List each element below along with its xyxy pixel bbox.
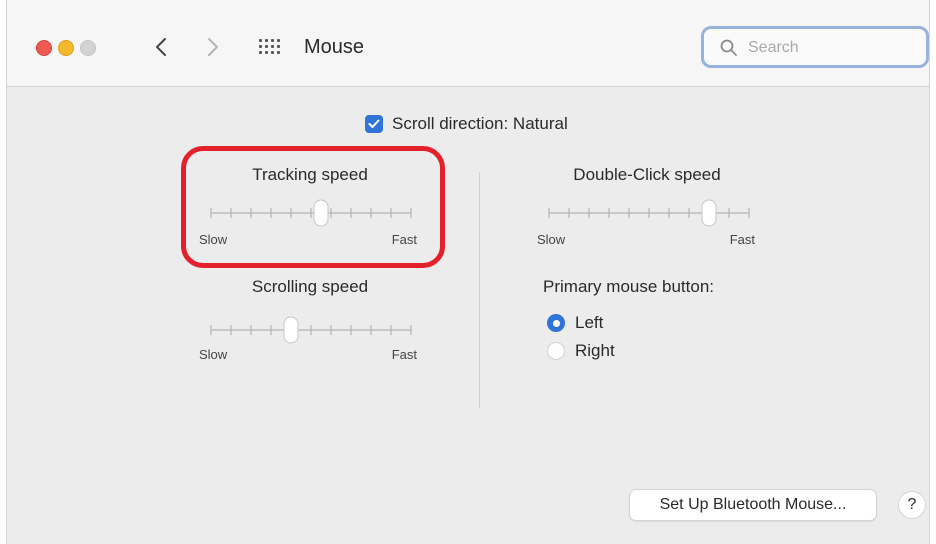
search-placeholder: Search [748, 39, 799, 56]
tracking-speed-highlight [181, 146, 445, 268]
double-click-max-label: Fast [729, 232, 755, 247]
minimize-window-button[interactable] [58, 40, 74, 56]
checkmark-icon [368, 119, 380, 128]
help-button[interactable]: ? [898, 491, 926, 519]
scrolling-speed-slider[interactable] [201, 313, 421, 347]
mouse-preferences-window: Mouse Search Scroll direction: Natural T… [6, 0, 930, 544]
scrolling-speed-title: Scrolling speed [251, 277, 369, 296]
scroll-direction-label: Scroll direction: Natural [392, 114, 568, 133]
close-window-button[interactable] [36, 40, 52, 56]
left-radio-label: Left [575, 313, 604, 332]
slider-thumb[interactable] [701, 199, 717, 227]
back-button[interactable] [150, 33, 172, 61]
right-radio-button[interactable] [547, 342, 565, 360]
set-up-bluetooth-mouse-button[interactable]: Set Up Bluetooth Mouse... [629, 489, 877, 521]
left-radio-button[interactable] [547, 314, 565, 332]
chevron-right-icon [208, 38, 218, 56]
forward-button[interactable] [202, 33, 224, 61]
slider-thumb[interactable] [283, 316, 299, 344]
right-radio-option[interactable]: Right [547, 341, 615, 361]
left-radio-option[interactable]: Left [547, 313, 603, 333]
double-click-min-label: Slow [537, 232, 566, 247]
search-icon [720, 39, 737, 56]
double-click-speed-slider[interactable] [539, 196, 759, 230]
window-title: Mouse [304, 36, 365, 58]
scrolling-max-label: Fast [391, 347, 417, 362]
scroll-direction-row[interactable]: Scroll direction: Natural [365, 114, 568, 134]
title-bar: Mouse Search [7, 0, 929, 87]
zoom-window-button[interactable] [80, 40, 96, 56]
chevron-left-icon [156, 38, 166, 56]
show-all-grid-icon[interactable] [257, 37, 283, 57]
column-divider [479, 172, 480, 408]
scroll-direction-checkbox[interactable] [365, 115, 383, 133]
search-field[interactable]: Search [701, 26, 929, 68]
right-radio-label: Right [575, 341, 615, 360]
primary-mouse-button-title: Primary mouse button: [543, 277, 715, 296]
double-click-speed-title: Double-Click speed [573, 165, 721, 184]
scrolling-min-label: Slow [199, 347, 228, 362]
